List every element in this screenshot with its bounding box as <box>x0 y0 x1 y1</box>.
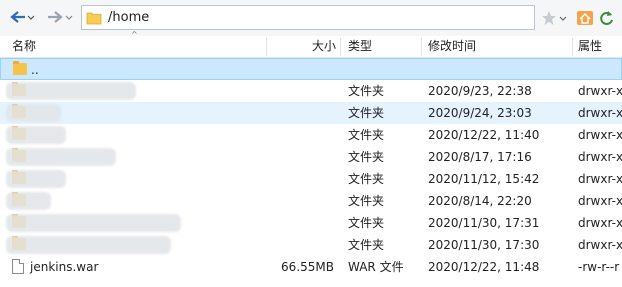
folder-icon <box>13 61 27 77</box>
row-modified: 2020/9/24, 23:03 <box>428 106 532 120</box>
table-row[interactable]: 文件夹 2020/11/30, 17:31 drwxr-x <box>0 212 622 234</box>
column-divider[interactable] <box>340 38 341 56</box>
table-row[interactable]: jenkins.war 66.55MB WAR 文件 2020/12/22, 1… <box>0 256 622 278</box>
address-path: /home <box>108 10 150 25</box>
column-header: 名称 大小 类型 修改时间 属性 <box>0 36 622 58</box>
table-row[interactable]: 文件夹 2020/11/12, 15:42 drwxr-x <box>0 168 622 190</box>
row-attributes: drwxr-x <box>578 194 622 208</box>
row-type: 文件夹 <box>348 106 385 120</box>
row-attributes: drwxr-x <box>578 172 622 186</box>
row-attributes: drwxr-x <box>578 106 622 120</box>
row-attributes: -rw-r--r <box>578 260 620 274</box>
redacted-name <box>6 126 66 144</box>
row-name: jenkins.war <box>30 260 99 274</box>
redacted-name <box>6 214 181 232</box>
row-modified: 2020/12/22, 11:48 <box>428 260 540 274</box>
row-attributes: drwxr-x <box>578 238 622 252</box>
column-divider[interactable] <box>266 38 267 56</box>
table-row[interactable]: 文件夹 2020/8/14, 22:20 drwxr-x <box>0 190 622 212</box>
column-size[interactable]: 大小 <box>300 36 340 58</box>
row-modified: 2020/11/30, 17:31 <box>428 216 540 230</box>
redacted-name <box>6 148 116 166</box>
row-type: 文件夹 <box>348 172 385 186</box>
table-row[interactable]: .. <box>0 58 622 80</box>
file-icon <box>12 259 26 274</box>
table-row[interactable]: 文件夹 2020/8/17, 17:16 drwxr-x <box>0 146 622 168</box>
redacted-name <box>6 170 66 188</box>
row-name: .. <box>31 63 39 77</box>
navigation-toolbar: /home <box>0 0 622 36</box>
table-row[interactable]: 文件夹 2020/9/24, 23:03 drwxr-x <box>0 102 622 124</box>
sort-ascending-icon: ^ <box>131 30 138 39</box>
row-modified: 2020/8/14, 22:20 <box>428 194 532 208</box>
redacted-name <box>6 192 51 210</box>
column-type[interactable]: 类型 <box>344 36 372 58</box>
row-modified: 2020/12/22, 11:40 <box>428 128 540 142</box>
table-row[interactable]: 文件夹 2020/9/23, 22:38 drwxr-x <box>0 80 622 102</box>
forward-arrow-icon <box>48 11 73 23</box>
column-divider[interactable] <box>421 38 422 56</box>
home-button[interactable] <box>576 8 594 28</box>
row-modified: 2020/11/12, 15:42 <box>428 172 540 186</box>
row-type: 文件夹 <box>348 150 385 164</box>
row-type: WAR 文件 <box>348 260 404 274</box>
forward-button[interactable] <box>46 7 76 27</box>
back-arrow-icon <box>10 11 35 23</box>
redacted-name <box>6 82 136 100</box>
bookmark-button[interactable] <box>541 8 569 28</box>
row-modified: 2020/8/17, 17:16 <box>428 150 532 164</box>
redacted-name <box>6 236 171 254</box>
redacted-name <box>6 104 61 122</box>
row-type: 文件夹 <box>348 194 385 208</box>
column-modified[interactable]: 修改时间 <box>424 36 476 58</box>
folder-icon <box>86 10 102 28</box>
row-type: 文件夹 <box>348 216 385 230</box>
home-icon <box>577 11 593 25</box>
row-modified: 2020/11/30, 17:30 <box>428 238 540 252</box>
column-name[interactable]: 名称 <box>8 36 36 58</box>
row-size: 66.55MB <box>281 260 334 274</box>
back-button[interactable] <box>8 7 36 27</box>
refresh-button[interactable] <box>598 8 616 28</box>
row-attributes: drwxr-x <box>578 216 622 230</box>
row-attributes: drwxr-x <box>578 84 622 98</box>
row-type: 文件夹 <box>348 128 385 142</box>
table-row[interactable]: 文件夹 2020/12/22, 11:40 drwxr-x <box>0 124 622 146</box>
row-modified: 2020/9/23, 22:38 <box>428 84 532 98</box>
row-attributes: drwxr-x <box>578 150 622 164</box>
row-attributes: drwxr-x <box>578 128 622 142</box>
row-type: 文件夹 <box>348 84 385 98</box>
table-row[interactable]: 文件夹 2020/11/30, 17:30 drwxr-x <box>0 234 622 256</box>
column-divider[interactable] <box>572 38 573 56</box>
row-type: 文件夹 <box>348 238 385 252</box>
column-attributes[interactable]: 属性 <box>574 36 602 58</box>
star-icon <box>542 11 567 25</box>
address-bar[interactable]: /home <box>81 5 535 30</box>
refresh-icon <box>600 11 613 25</box>
